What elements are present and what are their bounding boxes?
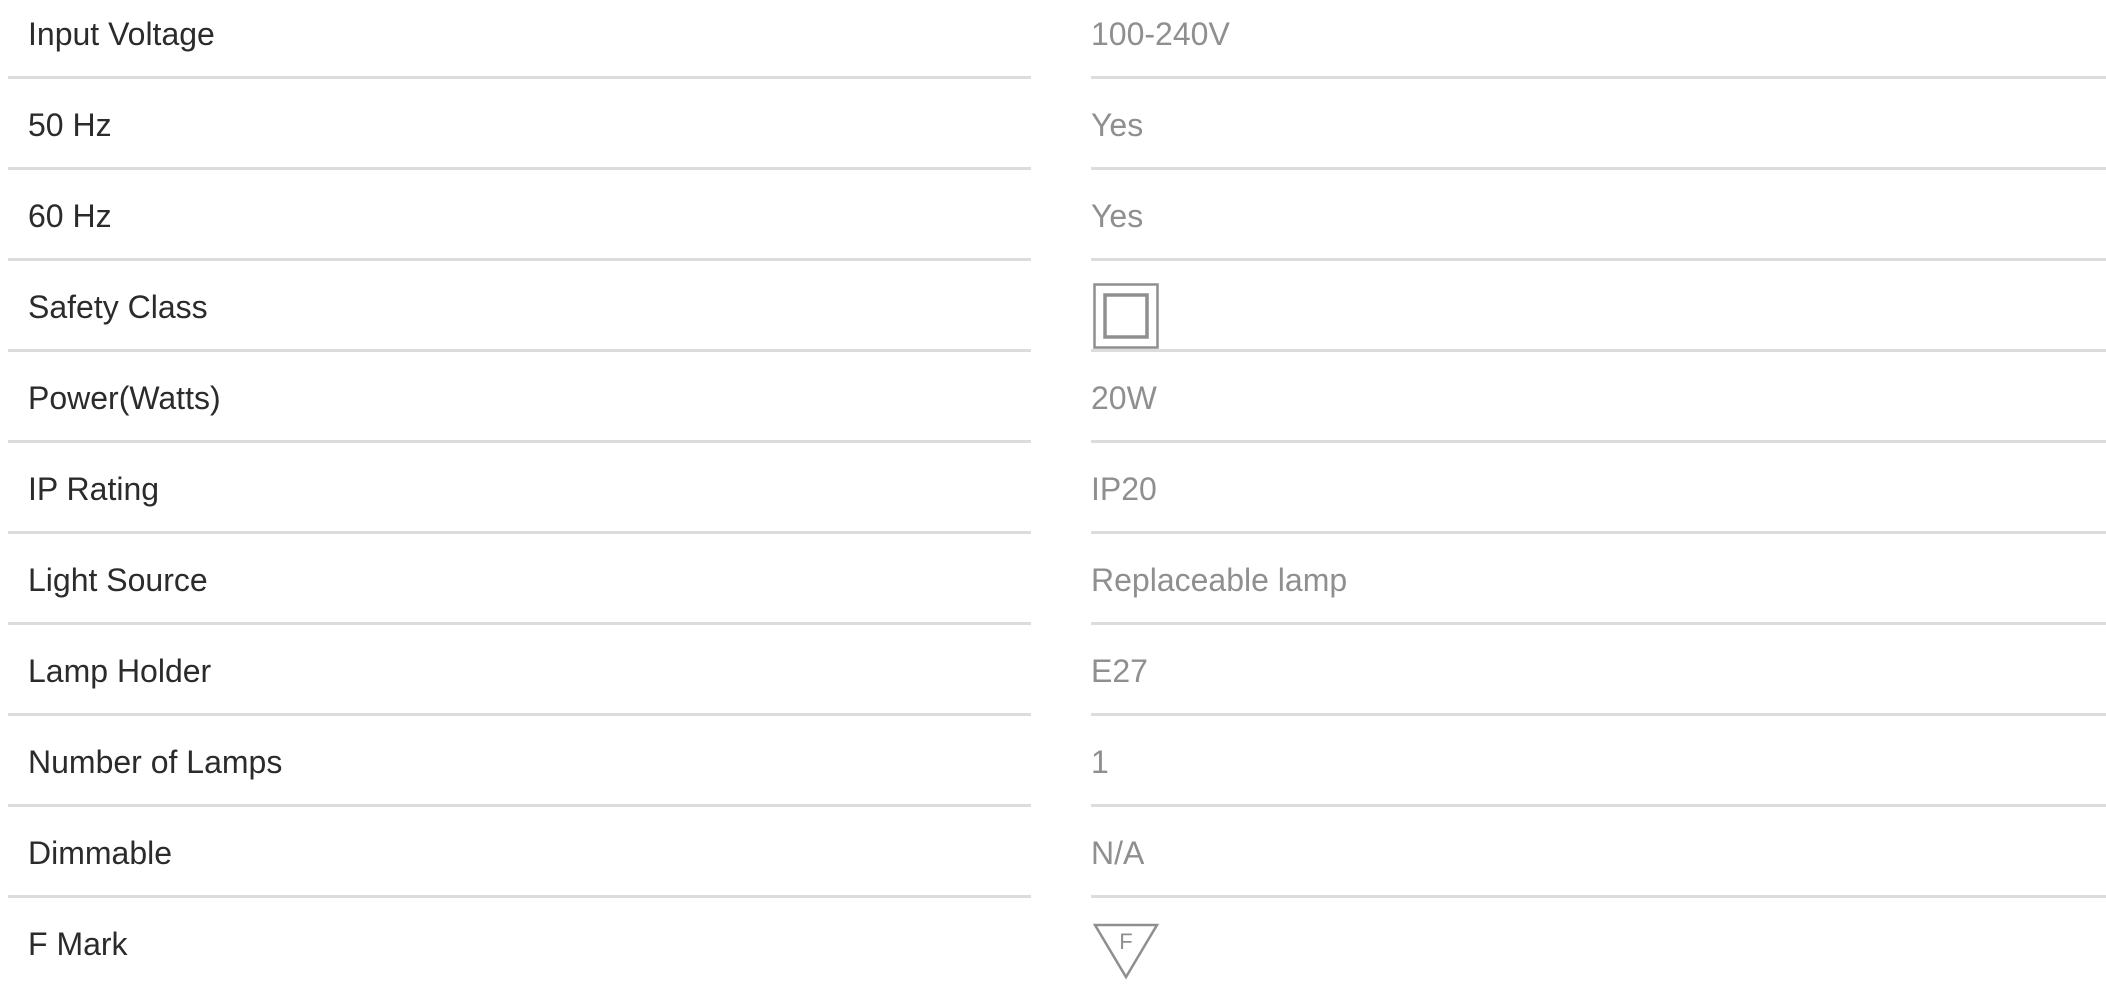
spec-row-number-of-lamps: Number of Lamps 1 xyxy=(0,728,2106,819)
spec-label-cell: IP Rating xyxy=(8,455,1031,534)
spec-value: 1 xyxy=(1091,744,1109,780)
spec-label-cell: Safety Class xyxy=(8,273,1031,352)
spec-row-f-mark: F Mark F xyxy=(0,910,2106,1001)
spec-row-input-voltage: Input Voltage 100-240V xyxy=(0,0,2106,91)
f-mark-triangle-icon: F xyxy=(1093,923,1159,980)
spec-label-cell: Number of Lamps xyxy=(8,728,1031,807)
spec-value-cell: N/A xyxy=(1091,819,2106,898)
spec-table: Input Voltage 100-240V 50 Hz Yes 60 Hz Y… xyxy=(0,0,2106,1001)
spec-label: IP Rating xyxy=(28,471,160,507)
spec-value-cell: Replaceable lamp xyxy=(1091,546,2106,625)
spec-label: Dimmable xyxy=(28,835,173,871)
spec-row-lamp-holder: Lamp Holder E27 xyxy=(0,637,2106,728)
spec-value: Yes xyxy=(1091,107,1144,143)
spec-label: Light Source xyxy=(28,562,208,598)
spec-value: 100-240V xyxy=(1091,16,1230,52)
spec-label: Number of Lamps xyxy=(28,744,283,780)
spec-row-dimmable: Dimmable N/A xyxy=(0,819,2106,910)
spec-label-cell: F Mark xyxy=(8,910,1031,986)
spec-value-cell xyxy=(1091,273,2106,352)
spec-label: Power(Watts) xyxy=(28,380,221,416)
class-ii-double-square-icon xyxy=(1093,283,1159,349)
spec-label: F Mark xyxy=(28,926,128,962)
spec-value-cell: F xyxy=(1091,910,2106,986)
spec-row-50hz: 50 Hz Yes xyxy=(0,91,2106,182)
spec-label-cell: Light Source xyxy=(8,546,1031,625)
spec-label-cell: Dimmable xyxy=(8,819,1031,898)
spec-value-cell: 1 xyxy=(1091,728,2106,807)
spec-value: E27 xyxy=(1091,653,1148,689)
spec-value: Yes xyxy=(1091,198,1144,234)
spec-label-cell: Input Voltage xyxy=(8,0,1031,79)
spec-value-cell: E27 xyxy=(1091,637,2106,716)
spec-label-cell: 60 Hz xyxy=(8,182,1031,261)
f-mark-letter: F xyxy=(1119,929,1132,954)
spec-value: N/A xyxy=(1091,835,1145,871)
spec-label-cell: 50 Hz xyxy=(8,91,1031,170)
spec-label-cell: Lamp Holder xyxy=(8,637,1031,716)
spec-value-cell: 20W xyxy=(1091,364,2106,443)
spec-value-cell: 100-240V xyxy=(1091,0,2106,79)
spec-value-cell: Yes xyxy=(1091,182,2106,261)
spec-value-cell: IP20 xyxy=(1091,455,2106,534)
spec-row-power: Power(Watts) 20W xyxy=(0,364,2106,455)
spec-value: Replaceable lamp xyxy=(1091,562,1348,598)
spec-label-cell: Power(Watts) xyxy=(8,364,1031,443)
spec-label: Lamp Holder xyxy=(28,653,212,689)
spec-value: 20W xyxy=(1091,380,1157,416)
spec-label: 60 Hz xyxy=(28,198,112,234)
spec-row-ip-rating: IP Rating IP20 xyxy=(0,455,2106,546)
spec-row-safety-class: Safety Class xyxy=(0,273,2106,364)
spec-value: IP20 xyxy=(1091,471,1157,507)
spec-value-cell: Yes xyxy=(1091,91,2106,170)
spec-label: 50 Hz xyxy=(28,107,112,143)
spec-label: Input Voltage xyxy=(28,16,215,52)
spec-row-60hz: 60 Hz Yes xyxy=(0,182,2106,273)
spec-label: Safety Class xyxy=(28,289,208,325)
spec-row-light-source: Light Source Replaceable lamp xyxy=(0,546,2106,637)
